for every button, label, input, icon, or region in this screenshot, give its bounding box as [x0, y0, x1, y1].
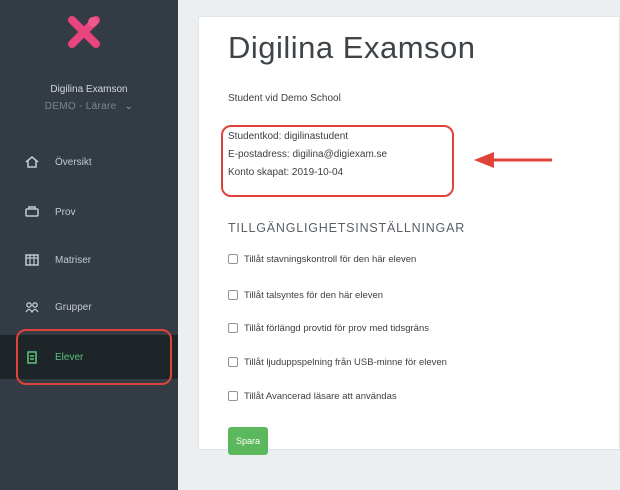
checkbox[interactable]	[228, 323, 238, 333]
sidebar-item-matriser[interactable]: Matriser	[0, 238, 178, 282]
sidebar-item-grupper[interactable]: Grupper	[0, 285, 178, 329]
checkbox[interactable]	[228, 290, 238, 300]
digiexam-logo[interactable]	[64, 12, 104, 52]
user-role-dropdown[interactable]: DEMO - Lärare ⌄	[0, 101, 178, 112]
home-icon	[23, 155, 41, 169]
checkbox[interactable]	[228, 391, 238, 401]
sidebar: Digilina Examson DEMO - Lärare ⌄ Översikt…	[0, 0, 178, 490]
sidebar-item-label: Matriser	[55, 254, 92, 266]
setting-label: Tillåt Avancerad läsare att användas	[244, 390, 397, 402]
setting-advanced-reader[interactable]: Tillåt Avancerad läsare att användas	[228, 389, 397, 403]
setting-label: Tillåt talsyntes för den här eleven	[244, 289, 384, 301]
checkbox[interactable]	[228, 254, 238, 264]
setting-extended-time[interactable]: Tillåt förlängd provtid för prov med tid…	[228, 321, 429, 335]
setting-spellcheck[interactable]: Tillåt stavningskontroll för den här ele…	[228, 252, 416, 266]
user-name: Digilina Examson	[50, 84, 128, 95]
page-subtitle: Student vid Demo School	[228, 93, 341, 104]
group-icon	[23, 300, 41, 314]
sidebar-item-label: Grupper	[55, 301, 92, 313]
chevron-down-icon[interactable]: ⌄	[125, 101, 134, 112]
annotation-highlight-elever	[16, 329, 172, 385]
annotation-highlight-info	[221, 125, 454, 197]
sidebar-item-label: Prov	[55, 206, 76, 218]
setting-label: Tillåt stavningskontroll för den här ele…	[244, 253, 417, 265]
user-role: DEMO - Lärare	[44, 101, 117, 112]
sidebar-item-oversikt[interactable]: Översikt	[0, 140, 178, 184]
setting-text-to-speech[interactable]: Tillåt talsyntes för den här eleven	[228, 288, 383, 302]
setting-label: Tillåt ljuduppspelning från USB-minne fö…	[244, 356, 447, 368]
save-button[interactable]: Spara	[228, 427, 268, 455]
setting-usb-audio[interactable]: Tillåt ljuduppspelning från USB-minne fö…	[228, 355, 447, 369]
sidebar-item-label: Översikt	[55, 156, 92, 168]
annotation-arrow-icon	[474, 152, 552, 168]
setting-label: Tillåt förlängd provtid för prov med tid…	[244, 322, 429, 334]
exam-icon	[23, 205, 41, 219]
grid-icon	[23, 253, 41, 267]
sidebar-item-prov[interactable]: Prov	[0, 190, 178, 234]
page-title: Digilina Examson	[228, 30, 476, 65]
accessibility-heading: TILLGÄNGLIGHETSINSTÄLLNINGAR	[228, 221, 466, 235]
checkbox[interactable]	[228, 357, 238, 367]
